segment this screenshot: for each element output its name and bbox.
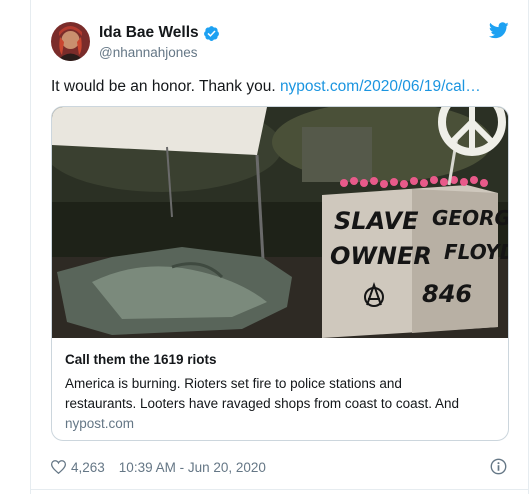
heart-icon[interactable] bbox=[51, 460, 66, 474]
card-description: America is burning. Rioters set fire to … bbox=[65, 374, 497, 414]
divider bbox=[30, 489, 529, 490]
info-icon[interactable] bbox=[490, 458, 507, 475]
graffiti-george: GEORGE bbox=[432, 206, 508, 230]
link-preview-card[interactable]: SLAVE OWNER GEORGE FLOYD 846 Call them t… bbox=[51, 106, 509, 441]
card-image[interactable]: SLAVE OWNER GEORGE FLOYD 846 bbox=[52, 107, 508, 338]
twitter-bird-icon[interactable] bbox=[489, 22, 509, 39]
author-handle[interactable]: @nhannahjones bbox=[99, 45, 198, 60]
graffiti-846: 846 bbox=[422, 280, 472, 308]
like-count[interactable]: 4,263 bbox=[71, 460, 105, 475]
graffiti-slave: SLAVE bbox=[334, 207, 419, 235]
verified-badge-icon bbox=[203, 25, 219, 41]
tweet-link[interactable]: nypost.com/2020/06/19/cal… bbox=[280, 78, 481, 95]
card-title[interactable]: Call them the 1619 riots bbox=[65, 352, 217, 367]
tweet-body: It would be an honor. Thank you. bbox=[51, 78, 280, 95]
author-name-row[interactable]: Ida Bae Wells bbox=[99, 24, 220, 42]
graffiti-owner: OWNER bbox=[330, 242, 432, 270]
card-domain: nypost.com bbox=[65, 416, 135, 431]
avatar-photo-icon bbox=[51, 22, 90, 61]
author-name[interactable]: Ida Bae Wells bbox=[99, 24, 199, 42]
graffiti-floyd: FLOYD bbox=[444, 240, 508, 264]
tweet-text: It would be an honor. Thank you. nypost.… bbox=[51, 78, 511, 96]
card-description-line: restaurants. Looters have ravaged shops … bbox=[65, 396, 459, 411]
timestamp[interactable]: 10:39 AM - Jun 20, 2020 bbox=[119, 460, 266, 475]
card-description-line: America is burning. Rioters set fire to … bbox=[65, 376, 402, 391]
tweet-footer: 4,263 10:39 AM - Jun 20, 2020 bbox=[51, 457, 266, 477]
avatar[interactable] bbox=[51, 22, 90, 61]
